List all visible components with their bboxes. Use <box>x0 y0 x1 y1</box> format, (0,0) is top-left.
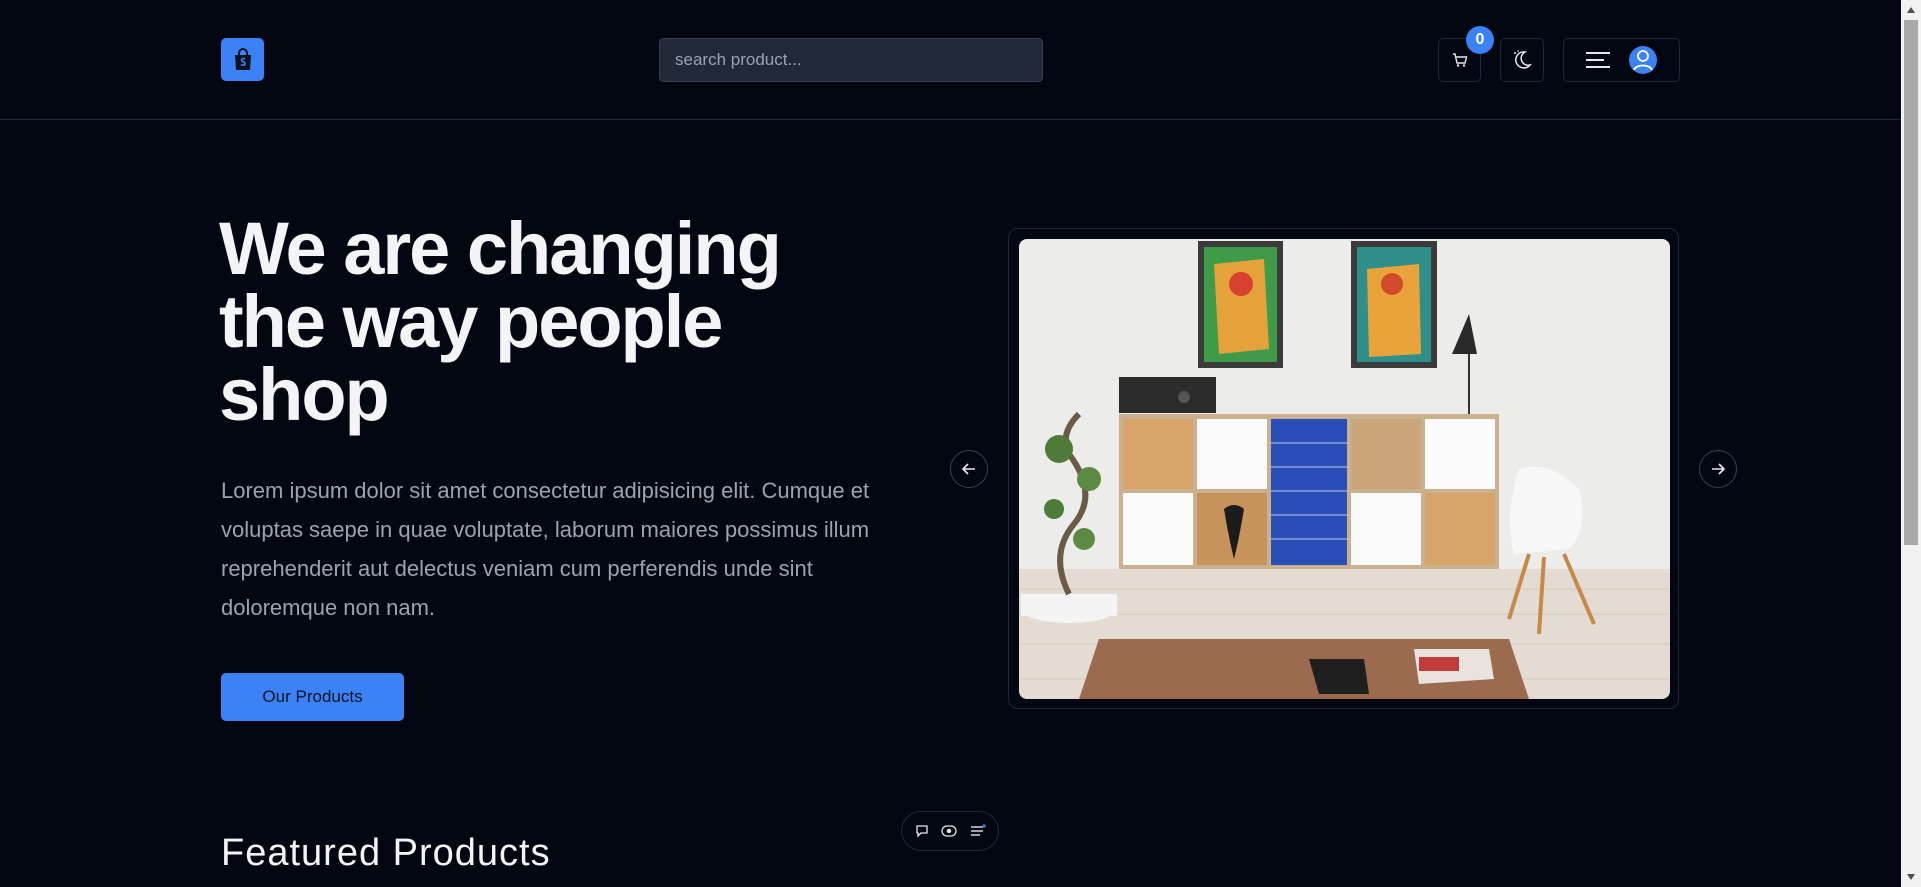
menu-icon <box>1585 52 1610 68</box>
chat-icon[interactable] <box>915 824 929 838</box>
moon-icon <box>1514 50 1533 69</box>
carousel-next-button[interactable] <box>1699 450 1737 488</box>
logo[interactable] <box>221 38 264 81</box>
featured-products-title: Featured Products <box>221 832 551 874</box>
theme-toggle-button[interactable] <box>1500 38 1544 82</box>
cart-icon <box>1452 53 1467 67</box>
user-icon <box>1628 46 1657 74</box>
site-header: 0 <box>0 0 1901 120</box>
search-input[interactable] <box>659 38 1043 82</box>
cart-count-badge: 0 <box>1466 26 1494 54</box>
account-menu-button[interactable] <box>1563 38 1680 82</box>
scroll-up-arrow[interactable] <box>1904 3 1918 17</box>
arrow-left-icon <box>962 463 975 475</box>
arrow-right-icon <box>1712 463 1725 475</box>
scrollbar-thumb[interactable] <box>1904 20 1918 545</box>
settings-icon[interactable] <box>970 824 986 838</box>
carousel-image <box>1019 239 1670 699</box>
carousel-prev-button[interactable] <box>950 450 988 488</box>
our-products-button[interactable]: Our Products <box>221 673 404 721</box>
floating-toolbar <box>901 811 999 851</box>
hero-description: Lorem ipsum dolor sit amet consectetur a… <box>221 478 870 620</box>
shopping-bag-icon <box>234 47 251 70</box>
scroll-down-arrow[interactable] <box>1904 870 1918 884</box>
hero-title: We are changing the way people shop <box>219 207 782 436</box>
eye-icon[interactable] <box>941 824 957 838</box>
